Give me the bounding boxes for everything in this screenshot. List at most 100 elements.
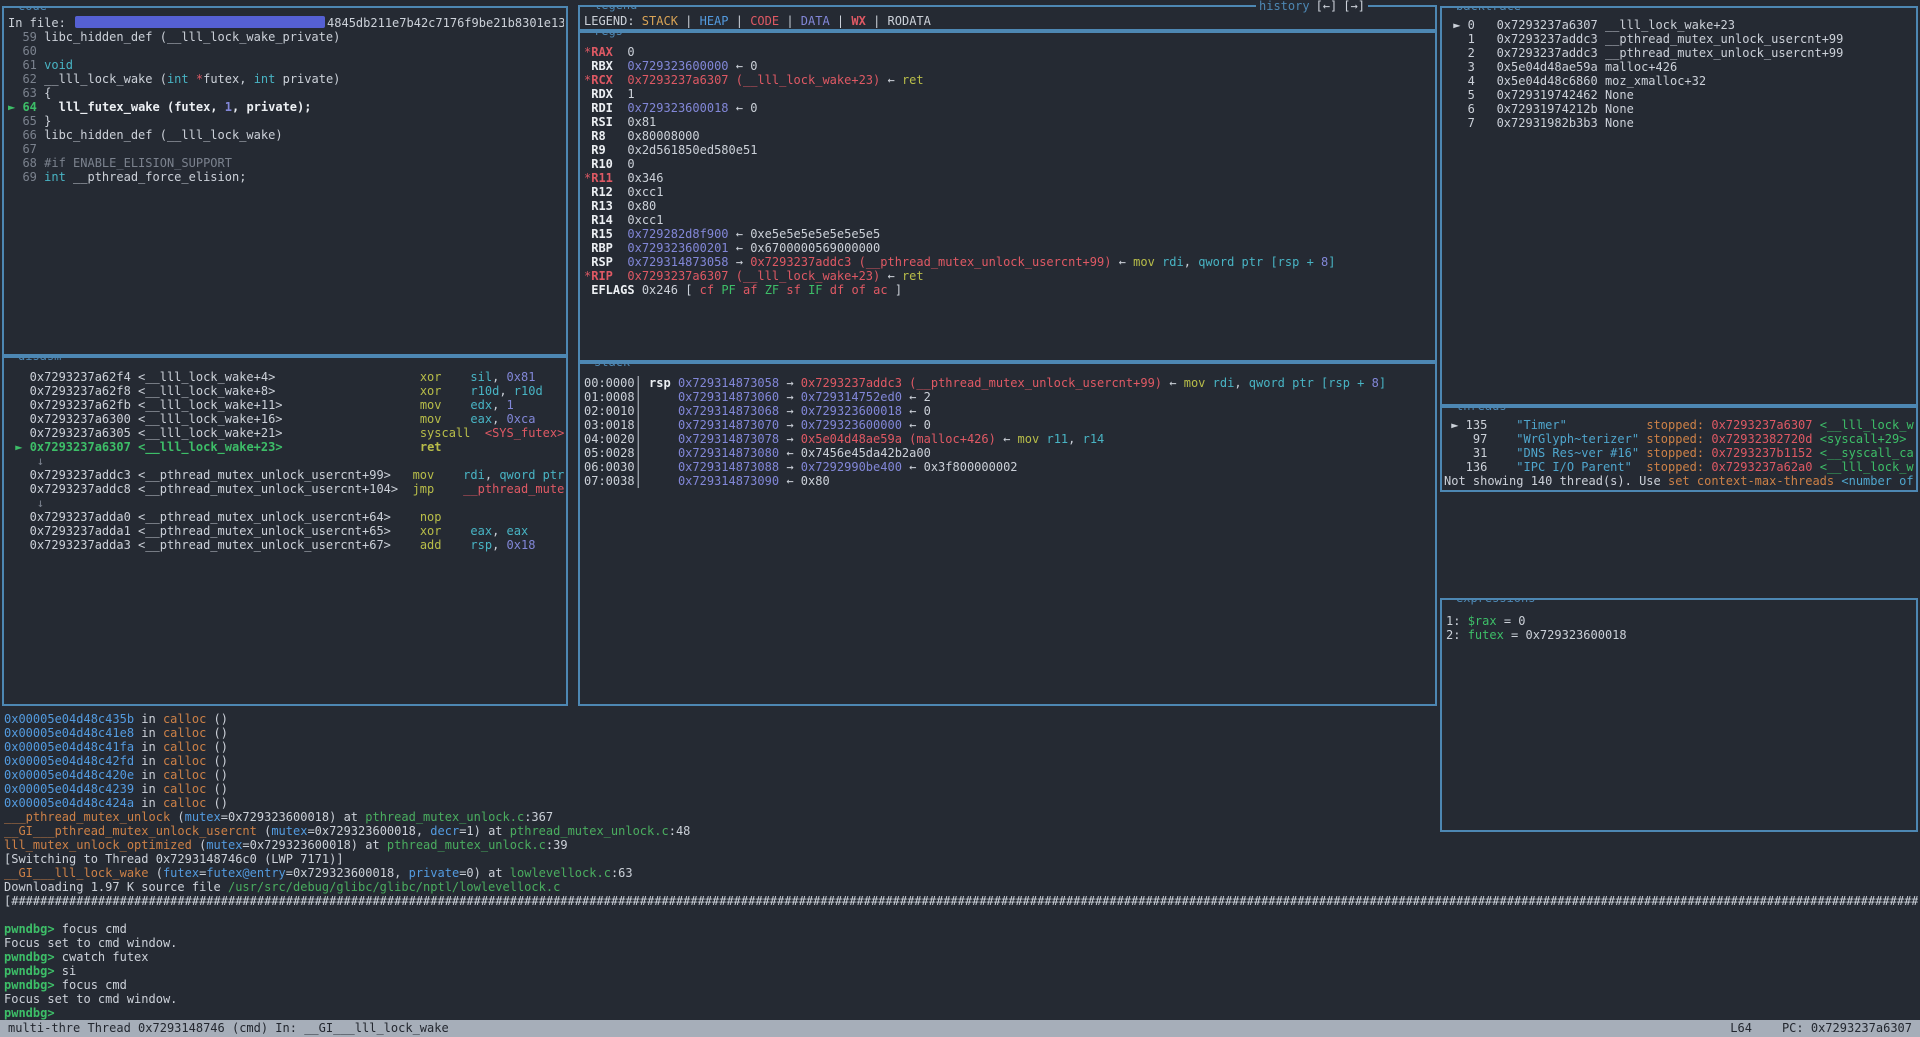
terminal-line: RSI 0x81 xyxy=(584,115,1433,129)
terminal-line: RBX 0x729323600000 ← 0 xyxy=(584,59,1433,73)
output-lines: 0x00005e04d48c435b in calloc ()0x00005e0… xyxy=(4,712,1918,1006)
register-rows: *RAX 0 RBX 0x729323600000 ← 0*RCX 0x7293… xyxy=(584,45,1433,360)
terminal-line: R10 0 xyxy=(584,157,1433,171)
terminal-line: pwndbg> si xyxy=(4,964,1918,978)
terminal-line: 62 __lll_lock_wake (int *futex, int priv… xyxy=(8,72,564,86)
terminal-line: Focus set to cmd window. xyxy=(4,936,1918,950)
terminal-line: Not showing 140 thread(s). Use set conte… xyxy=(1444,474,1914,488)
stack-pane: stack 00:0000│ rsp 0x729314873058 → 0x72… xyxy=(578,362,1437,706)
terminal-line: ↓ xyxy=(8,454,564,468)
history-label: history xyxy=(1259,0,1310,13)
terminal-line: ► 0x7293237a6307 <__lll_lock_wake+23> re… xyxy=(8,440,564,454)
terminal-line: R13 0x80 xyxy=(584,199,1433,213)
terminal-line: *RAX 0 xyxy=(584,45,1433,59)
terminal-line: RDI 0x729323600018 ← 0 xyxy=(584,101,1433,115)
status-line-number: L64 xyxy=(1730,1020,1752,1037)
terminal-line: [Switching to Thread 0x7293148746c0 (LWP… xyxy=(4,852,1918,866)
legend-pane-title: legend xyxy=(590,5,641,12)
terminal-line: 1: $rax = 0 xyxy=(1446,614,1914,628)
terminal-line: 02:0010│ 0x729314873068 → 0x729323600018… xyxy=(584,404,1433,418)
terminal-line: 59 libc_hidden_def (__lll_lock_wake_priv… xyxy=(8,30,564,44)
code-lines: In file: 4845db211e7b42c7176f9be21b8301e… xyxy=(8,16,564,354)
terminal-line: 61 void xyxy=(8,58,564,72)
terminal-line: R15 0x729282d8f900 ← 0xe5e5e5e5e5e5e5e5 xyxy=(584,227,1433,241)
terminal-line: 0x7293237a62f4 <__lll_lock_wake+4> xor s… xyxy=(8,370,564,384)
history-back-button[interactable]: [←] xyxy=(1316,0,1338,13)
disassembly-rows: 0x7293237a62f4 <__lll_lock_wake+4> xor s… xyxy=(8,370,564,704)
terminal-line: 0x7293237a6305 <__lll_lock_wake+21> sysc… xyxy=(8,426,564,440)
terminal-line: 0x7293237a62fb <__lll_lock_wake+11> mov … xyxy=(8,398,564,412)
terminal-line: 0x00005e04d48c435b in calloc () xyxy=(4,712,1918,726)
terminal-line: 04:0020│ 0x729314873078 → 0x5e04d48ae59a… xyxy=(584,432,1433,446)
terminal-line: 0x00005e04d48c42fd in calloc () xyxy=(4,754,1918,768)
terminal-line: ___pthread_mutex_unlock (mutex=0x7293236… xyxy=(4,810,1918,824)
terminal-line: 05:0028│ 0x729314873080 ← 0x7456e45da42b… xyxy=(584,446,1433,460)
stack-pane-title: stack xyxy=(590,362,634,369)
terminal-line: 4 0x5e04d48c6860 moz_xmalloc+32 xyxy=(1446,74,1914,88)
terminal-line: 0x7293237addc8 <__pthread_mutex_unlock_u… xyxy=(8,482,564,496)
terminal-line: __GI___lll_lock_wake (futex=futex@entry=… xyxy=(4,866,1918,880)
terminal-line: 69 int __pthread_force_elision; xyxy=(8,170,564,184)
terminal-line: 07:0038│ 0x729314873090 ← 0x80 xyxy=(584,474,1433,488)
terminal-line: ► 64 lll_futex_wake (futex, 1, private); xyxy=(8,100,564,114)
terminal-line: EFLAGS 0x246 [ cf PF af ZF sf IF df of a… xyxy=(584,283,1433,297)
terminal-line: [#######################################… xyxy=(4,894,1918,908)
terminal-line xyxy=(4,908,1918,922)
registers-pane-title: regs xyxy=(590,31,627,38)
legend-row: LEGEND: STACK | HEAP | CODE | DATA | WX … xyxy=(584,14,1433,29)
terminal-line: ↓ xyxy=(8,496,564,510)
terminal-line: 0x7293237a6300 <__lll_lock_wake+16> mov … xyxy=(8,412,564,426)
code-pane-title: code xyxy=(14,6,51,13)
threads-pane: threads ► 135 "Timer" stopped: 0x7293237… xyxy=(1440,406,1918,492)
terminal-line: 67 xyxy=(8,142,564,156)
terminal-line: 2 0x7293237addc3 __pthread_mutex_unlock_… xyxy=(1446,46,1914,60)
terminal-line: R8 0x80008000 xyxy=(584,129,1433,143)
thread-rows: ► 135 "Timer" stopped: 0x7293237a6307 <_… xyxy=(1444,418,1914,490)
terminal-line: 0x00005e04d48c424a in calloc () xyxy=(4,796,1918,810)
prompt-label: pwndbg> xyxy=(4,1006,55,1020)
status-thread-info: multi-thre Thread 0x7293148746 (cmd) In:… xyxy=(8,1020,449,1037)
terminal-line: 136 "IPC I/O Parent" stopped: 0x7293237a… xyxy=(1444,460,1914,474)
terminal-line: ► 135 "Timer" stopped: 0x7293237a6307 <_… xyxy=(1444,418,1914,432)
terminal-line: 0x7293237adda0 <__pthread_mutex_unlock_u… xyxy=(8,510,564,524)
terminal-line: 0x00005e04d48c41e8 in calloc () xyxy=(4,726,1918,740)
terminal-line: Focus set to cmd window. xyxy=(4,992,1918,1006)
terminal-line: 60 xyxy=(8,44,564,58)
terminal-line: 31 "DNS Res~ver #16" stopped: 0x7293237b… xyxy=(1444,446,1914,460)
terminal-line: 06:0030│ 0x729314873088 → 0x7292990be400… xyxy=(584,460,1433,474)
terminal-line: 97 "WrGlyph~terizer" stopped: 0x72932382… xyxy=(1444,432,1914,446)
code-pane: code In file: 4845db211e7b42c7176f9be21b… xyxy=(2,6,568,356)
terminal-line: In file: 4845db211e7b42c7176f9be21b8301e… xyxy=(8,16,564,30)
history-forward-button[interactable]: [→] xyxy=(1343,0,1365,13)
threads-pane-title: threads xyxy=(1452,406,1511,413)
terminal-line: 3 0x5e04d48ae59a malloc+426 xyxy=(1446,60,1914,74)
disassembly-pane-title: disasm xyxy=(14,356,65,363)
terminal-line: 0x7293237adda1 <__pthread_mutex_unlock_u… xyxy=(8,524,564,538)
terminal-line: 0x7293237a62f8 <__lll_lock_wake+8> xor r… xyxy=(8,384,564,398)
terminal-line: LEGEND: STACK | HEAP | CODE | DATA | WX … xyxy=(584,14,1433,28)
terminal-line: 00:0000│ rsp 0x729314873058 → 0x7293237a… xyxy=(584,376,1433,390)
terminal-line: 0x00005e04d48c4239 in calloc () xyxy=(4,782,1918,796)
status-pc: PC: 0x7293237a6307 xyxy=(1782,1020,1912,1037)
command-input[interactable]: pwndbg> xyxy=(4,1006,1918,1020)
disassembly-pane: disasm 0x7293237a62f4 <__lll_lock_wake+4… xyxy=(2,356,568,706)
redacted-filename xyxy=(75,16,325,28)
terminal-line: RDX 1 xyxy=(584,87,1433,101)
status-bar: multi-thre Thread 0x7293148746 (cmd) In:… xyxy=(0,1020,1920,1037)
terminal-line: Downloading 1.97 K source file /usr/src/… xyxy=(4,880,1918,894)
terminal-line: ► 0 0x7293237a6307 __lll_lock_wake+23 xyxy=(1446,18,1914,32)
terminal-line: 68 #if ENABLE_ELISION_SUPPORT xyxy=(8,156,564,170)
terminal-line: lll_mutex_unlock_optimized (mutex=0x7293… xyxy=(4,838,1918,852)
terminal-line: R9 0x2d561850ed580e51 xyxy=(584,143,1433,157)
terminal-line: *RCX 0x7293237a6307 (__lll_lock_wake+23)… xyxy=(584,73,1433,87)
terminal-line: 0x00005e04d48c41fa in calloc () xyxy=(4,740,1918,754)
stack-rows: 00:0000│ rsp 0x729314873058 → 0x7293237a… xyxy=(584,376,1433,704)
terminal-line: R14 0xcc1 xyxy=(584,213,1433,227)
terminal-line: RBP 0x729323600201 ← 0x6700000569000000 xyxy=(584,241,1433,255)
terminal-line: 0x7293237addc3 <__pthread_mutex_unlock_u… xyxy=(8,468,564,482)
terminal-line: pwndbg> focus cmd xyxy=(4,922,1918,936)
terminal-line: 0x00005e04d48c420e in calloc () xyxy=(4,768,1918,782)
terminal-line: pwndbg> focus cmd xyxy=(4,978,1918,992)
terminal-line: 1 0x7293237addc3 __pthread_mutex_unlock_… xyxy=(1446,32,1914,46)
registers-pane: regs *RAX 0 RBX 0x729323600000 ← 0*RCX 0… xyxy=(578,31,1437,362)
